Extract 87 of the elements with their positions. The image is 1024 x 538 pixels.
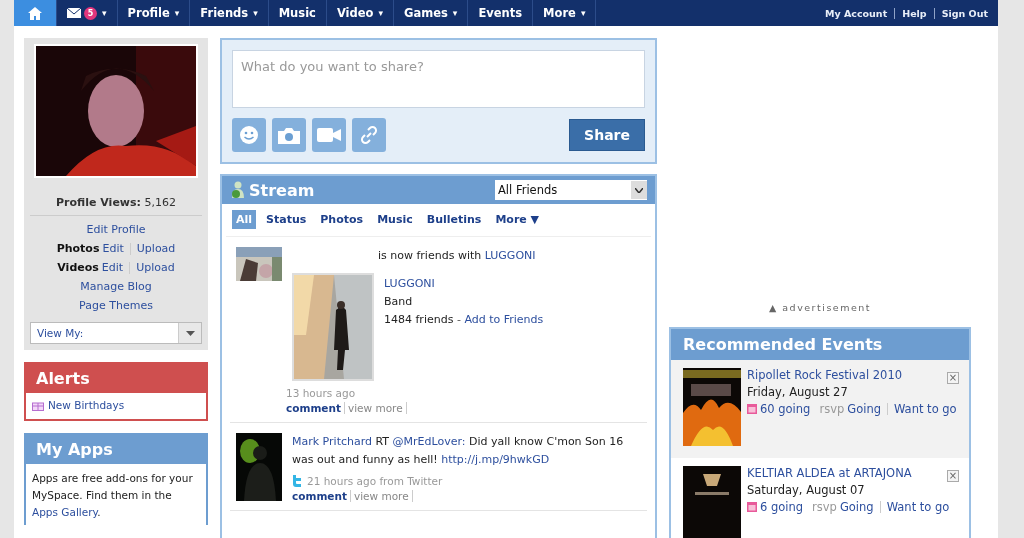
rsvp-label: rsvp [819, 402, 845, 416]
nav-item[interactable]: Music [268, 0, 327, 26]
separator: - [455, 313, 462, 326]
mail-icon [67, 8, 81, 18]
event-name-link[interactable]: KELTIAR ALDEA at ARTAJONA [747, 466, 912, 480]
nav-item[interactable]: Video ▾ [326, 0, 395, 26]
friend-count: 1484 friends [384, 313, 454, 326]
nav-item[interactable]: More ▾ [533, 0, 597, 26]
apps-description: Apps are free add-ons for your MySpace. Find them in the Apps Gallery. [32, 471, 194, 520]
event-name-link[interactable]: Ripollet Rock Festival 2010 [747, 368, 903, 382]
profile-link[interactable]: Page Themes [79, 299, 153, 312]
my-apps-header: My Apps [26, 435, 206, 464]
media-link[interactable]: Edit [102, 242, 124, 255]
close-button[interactable]: × [947, 372, 959, 384]
video-camera-icon [317, 128, 341, 142]
friends-filter-dropdown[interactable]: All Friends [495, 180, 647, 200]
caret-icon [185, 330, 195, 336]
rsvp-option-link[interactable]: Want to go [894, 402, 957, 416]
media-link[interactable]: Edit [101, 261, 124, 274]
link-button[interactable] [352, 118, 386, 152]
view-my-dropdown[interactable]: View My: [30, 322, 202, 344]
calendar-icon [747, 502, 757, 512]
band-type: Band [384, 295, 413, 308]
video-button[interactable] [312, 118, 346, 152]
camera-icon [278, 126, 300, 144]
post-action-link[interactable]: comment [292, 490, 347, 502]
nav-item[interactable]: Games ▾ [394, 0, 469, 26]
nav-item[interactable]: 5 ▾ [57, 0, 118, 26]
smiley-button[interactable] [232, 118, 266, 152]
mention-link[interactable]: @MrEdLover: [392, 435, 466, 448]
nav-item[interactable]: Events [468, 0, 534, 26]
alert-link[interactable]: New Birthdays [32, 399, 200, 411]
share-button[interactable]: Share [569, 119, 645, 151]
stream-tab[interactable]: Bulletins [422, 210, 486, 229]
event-date: Friday, August 27 [747, 385, 848, 399]
edit-profile-link[interactable]: Edit Profile [86, 223, 146, 236]
media-link[interactable]: Upload [136, 242, 176, 255]
caret-icon [635, 187, 643, 193]
stream-tab[interactable]: More ▼ [491, 210, 544, 229]
media-label: Photos [56, 242, 100, 255]
stream-tab[interactable]: Photos [316, 210, 368, 229]
message-count-badge: 5 [84, 6, 97, 20]
post-action-link[interactable]: view more [347, 402, 403, 414]
media-label: Videos [57, 261, 99, 274]
media-link[interactable]: Upload [136, 261, 175, 274]
nav-item[interactable]: Friends ▾ [190, 0, 269, 26]
gift-icon [32, 399, 44, 411]
stream-tab[interactable]: Music [373, 210, 417, 229]
post-action-link[interactable]: view more [353, 490, 409, 502]
rsvp-option-link[interactable]: Want to go [886, 500, 950, 514]
events-header: Recommended Events [671, 329, 969, 360]
add-to-friends-link[interactable]: Add to Friends [464, 313, 544, 326]
account-link[interactable]: My Account [825, 7, 888, 19]
profile-views: Profile Views: 5,162 [30, 196, 202, 216]
status-text: Mark Pritchard RT @MrEdLover: Did yall know C'mon Son 16 was out and funny as hell! http://j.mp/9hwkGD [292, 434, 625, 468]
post-time: 21 hours ago from Twitter [307, 475, 443, 487]
band-name-link[interactable]: LUGGONI [384, 277, 435, 290]
friend-link[interactable]: LUGGONI [484, 249, 536, 262]
event-date: Saturday, August 07 [747, 483, 865, 497]
smiley-icon [239, 125, 259, 145]
rsvp-option-link[interactable]: Going [847, 402, 881, 416]
url-link[interactable]: http://j.mp/9hwkGD [441, 453, 550, 466]
rsvp-label: rsvp [812, 500, 837, 514]
author-link[interactable]: Mark Pritchard [292, 435, 373, 448]
share-field[interactable]: What do you want to share? [232, 50, 645, 108]
account-link[interactable]: Help [902, 7, 927, 19]
calendar-icon [747, 404, 757, 414]
post-action-link[interactable]: comment [286, 402, 341, 414]
post-text: is now friends with LUGGONI [378, 248, 537, 264]
close-button[interactable]: × [947, 470, 959, 482]
link-icon [359, 125, 379, 145]
stream-title: Stream [249, 180, 315, 200]
advertisement-label: ▲ advertisement [767, 302, 873, 313]
rsvp-option-link[interactable]: Going [839, 500, 874, 514]
post-time: 13 hours ago [286, 387, 357, 399]
alerts-header: Alerts [26, 364, 206, 393]
people-icon [230, 181, 246, 199]
nav-item[interactable]: Profile ▾ [117, 0, 191, 26]
stream-tab[interactable]: Status [262, 210, 311, 229]
profile-link[interactable]: Manage Blog [80, 280, 152, 293]
going-count-link[interactable]: 6 going [760, 500, 804, 514]
going-count-link[interactable]: 60 going [760, 402, 811, 416]
photo-button[interactable] [272, 118, 306, 152]
nav-item[interactable] [14, 0, 57, 26]
home-icon [28, 6, 42, 20]
bird-icon [292, 475, 302, 487]
account-link[interactable]: Sign Out [941, 7, 988, 19]
